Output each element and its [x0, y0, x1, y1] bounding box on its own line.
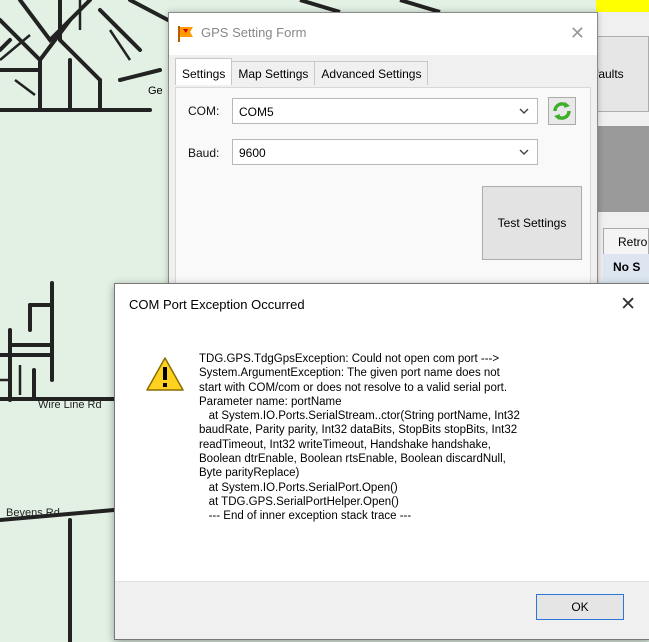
baud-label: Baud:	[188, 146, 220, 160]
defaults-button[interactable]: faults	[590, 36, 649, 112]
exception-message: TDG.GPS.TdgGpsException: Could not open …	[199, 353, 520, 523]
tab-map-settings[interactable]: Map Settings	[231, 61, 316, 85]
dialog-footer: OK	[115, 581, 649, 639]
background-yellow-strip	[596, 0, 649, 12]
gps-window-title: GPS Setting Form	[201, 25, 307, 40]
dialog-close-button[interactable]: ✕	[620, 293, 636, 316]
gps-close-button[interactable]: ✕	[570, 23, 585, 44]
chevron-down-icon	[519, 149, 529, 155]
chevron-down-icon	[519, 108, 529, 114]
ok-button[interactable]: OK	[536, 594, 624, 620]
tab-settings[interactable]: Settings	[175, 58, 233, 85]
road-label-bevens: Bevens Rd	[6, 507, 60, 519]
refresh-icon	[553, 102, 571, 120]
com-port-value: COM5	[239, 105, 274, 119]
refresh-ports-button[interactable]	[548, 97, 576, 125]
background-gray-panel	[596, 126, 649, 212]
tab-advanced-settings[interactable]: Advanced Settings	[314, 61, 429, 85]
baud-rate-select[interactable]: 9600	[232, 139, 538, 165]
app-flag-icon	[178, 26, 193, 42]
road-label-wire-line: Wire Line Rd	[38, 399, 102, 411]
dialog-title: COM Port Exception Occurred	[129, 297, 305, 312]
gps-tab-strip: Settings Map Settings Advanced Settings	[175, 58, 429, 87]
gps-setting-window: GPS Setting Form ✕ Settings Map Settings…	[168, 12, 598, 314]
com-label: COM:	[188, 104, 220, 118]
baud-rate-value: 9600	[239, 146, 266, 160]
settings-panel: COM: COM5 Baud: 9600 Test Settings	[175, 87, 591, 313]
gps-title-bar[interactable]: GPS Setting Form ✕	[169, 13, 597, 55]
status-cell: No S	[603, 254, 649, 284]
com-port-select[interactable]: COM5	[232, 98, 538, 124]
test-settings-button[interactable]: Test Settings	[482, 186, 582, 260]
warning-icon	[146, 357, 184, 391]
exception-dialog: COM Port Exception Occurred ✕ TDG.GPS.Td…	[114, 283, 649, 640]
tab-retro[interactable]: Retro	[603, 228, 649, 254]
